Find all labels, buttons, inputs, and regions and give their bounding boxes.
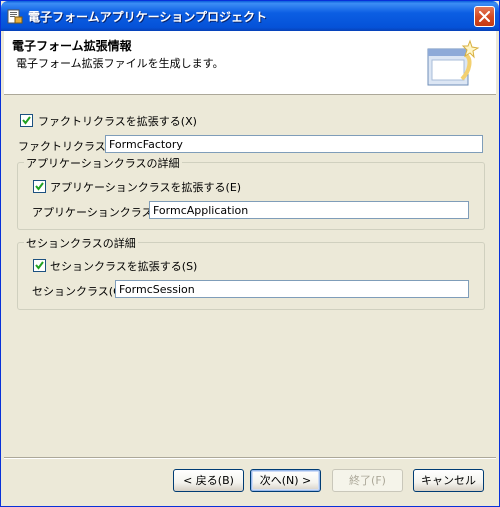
application-class-field[interactable]	[149, 201, 469, 219]
window-title: 電子フォームアプリケーションプロジェクト	[28, 10, 268, 24]
factory-class-field[interactable]	[105, 135, 483, 153]
session-extend-label[interactable]: セションクラスを拡張する(S)	[50, 258, 197, 274]
back-button[interactable]: < 戻る(B)	[173, 469, 244, 492]
session-class-field[interactable]	[115, 280, 469, 298]
banner-title: 電子フォーム拡張情報	[12, 39, 132, 53]
wizard-banner: 電子フォーム拡張情報 電子フォーム拡張ファイルを生成します。	[4, 31, 496, 95]
session-extend-checkbox[interactable]	[33, 259, 46, 272]
session-details-group: セションクラスの詳細	[17, 235, 485, 310]
session-group-legend: セションクラスの詳細	[24, 235, 138, 251]
application-extend-checkbox[interactable]	[33, 180, 46, 193]
button-separator	[4, 457, 496, 459]
application-group-legend: アプリケーションクラスの詳細	[24, 155, 182, 171]
checkmark-icon	[22, 116, 31, 125]
close-icon	[479, 11, 490, 22]
close-button[interactable]	[474, 6, 495, 27]
next-button[interactable]: 次へ(N) >	[250, 469, 321, 492]
factory-extend-checkbox[interactable]	[20, 114, 33, 127]
checkmark-icon	[35, 182, 44, 191]
app-icon	[7, 8, 23, 24]
wizard-window: 電子フォームアプリケーションプロジェクト 電子フォーム拡張情報 電子フォーム拡張…	[0, 0, 500, 507]
factory-extend-label[interactable]: ファクトリクラスを拡張する(X)	[38, 113, 197, 129]
finish-button: 終了(F)	[332, 469, 403, 492]
cancel-button[interactable]: キャンセル	[413, 469, 484, 492]
banner-description: 電子フォーム拡張ファイルを生成します。	[16, 57, 224, 70]
checkmark-icon	[35, 261, 44, 270]
wizard-banner-icon	[426, 39, 480, 91]
wizard-content: ファクトリクラスを拡張する(X) ファクトリクラス(T): アプリケーションクラ…	[4, 96, 496, 456]
application-extend-label[interactable]: アプリケーションクラスを拡張する(E)	[50, 179, 241, 195]
title-bar[interactable]: 電子フォームアプリケーションプロジェクト	[1, 1, 499, 31]
